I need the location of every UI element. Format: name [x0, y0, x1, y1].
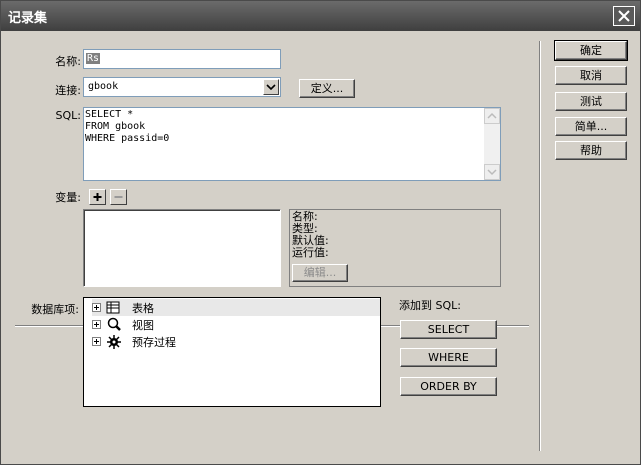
plus-icon: [93, 193, 102, 201]
name-value: Rs: [86, 53, 101, 64]
title-bar: 记录集: [1, 1, 640, 31]
expand-icon[interactable]: [92, 320, 101, 329]
add-variable-button[interactable]: [89, 189, 106, 205]
sql-text: SELECT * FROM gbook WHERE passid=0: [85, 109, 169, 145]
name-input[interactable]: Rs: [83, 49, 281, 69]
chevron-down-icon[interactable]: [263, 79, 279, 95]
test-button[interactable]: 测试: [555, 92, 627, 111]
tree-item-views[interactable]: 视图: [92, 316, 380, 333]
dialog-title: 记录集: [8, 11, 48, 26]
sql-line: FROM gbook: [85, 121, 146, 132]
connection-label: 连接:: [55, 84, 81, 97]
help-button[interactable]: 帮助: [555, 141, 627, 160]
simple-button[interactable]: 简单...: [555, 117, 627, 136]
edit-button[interactable]: 编辑...: [292, 264, 348, 282]
db-items-label: 数据库项:: [31, 303, 79, 316]
sql-line: SELECT *: [85, 109, 134, 120]
ok-button[interactable]: 确定: [554, 40, 628, 61]
connection-select[interactable]: gbook: [83, 77, 281, 97]
add-to-sql-label: 添加到 SQL:: [399, 299, 461, 312]
stored-procedure-icon: [107, 335, 121, 349]
scroll-up-icon[interactable]: [484, 108, 500, 124]
db-items-tree[interactable]: 表格 视图 预存过程: [83, 297, 381, 407]
sql-textarea[interactable]: SELECT * FROM gbook WHERE passid=0: [83, 107, 501, 181]
view-icon: [107, 317, 121, 331]
remove-variable-button[interactable]: [110, 189, 127, 205]
variables-label: 变量:: [55, 191, 81, 204]
tree-item-label: 预存过程: [132, 336, 176, 349]
var-runtime-label: 运行值:: [292, 246, 329, 259]
expand-icon[interactable]: [92, 337, 101, 346]
table-icon: [106, 301, 120, 314]
cancel-button[interactable]: 取消: [555, 66, 627, 85]
variables-list[interactable]: [83, 209, 281, 287]
tree-item-label: 视图: [132, 319, 154, 332]
sql-line: WHERE passid=0: [85, 133, 170, 144]
name-label: 名称:: [55, 55, 81, 68]
tree-item-label: 表格: [132, 302, 154, 315]
recordset-dialog: 记录集 名称: Rs 连接: gbook 定义... SQL: SELECT *…: [0, 0, 641, 465]
close-button[interactable]: [613, 6, 635, 26]
sql-scrollbar[interactable]: [484, 108, 500, 180]
close-icon: [618, 10, 630, 22]
expand-icon[interactable]: [92, 303, 101, 312]
tree-item-stored-procedures[interactable]: 预存过程: [92, 333, 380, 350]
select-button[interactable]: SELECT: [400, 320, 497, 339]
variable-properties: 名称: 类型: 默认值: 运行值: 编辑...: [289, 209, 501, 287]
dialog-body: 名称: Rs 连接: gbook 定义... SQL: SELECT * FRO…: [1, 31, 640, 464]
order-by-button[interactable]: ORDER BY: [400, 377, 497, 396]
connection-value: gbook: [88, 81, 119, 92]
where-button[interactable]: WHERE: [400, 348, 497, 367]
minus-icon: [114, 196, 123, 198]
scroll-down-icon[interactable]: [484, 164, 500, 180]
sql-label: SQL:: [55, 109, 81, 122]
tree-item-tables[interactable]: 表格: [92, 299, 380, 316]
button-column-divider: [539, 41, 541, 451]
define-button[interactable]: 定义...: [299, 79, 355, 98]
